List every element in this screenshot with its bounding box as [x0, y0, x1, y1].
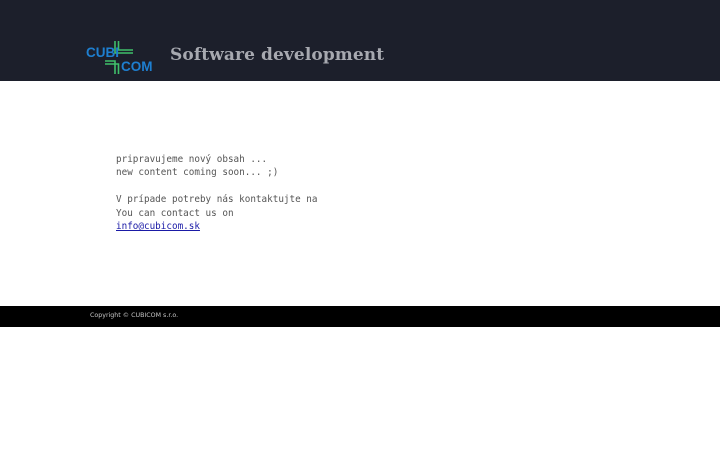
logo-text-top: CUBI [86, 45, 119, 60]
message-block: pripravujeme nový obsah ... new content … [116, 153, 318, 233]
copyright-text: Copyright © CUBICOM s.r.o. [90, 312, 179, 319]
message-line-en: new content coming soon... ;) [116, 167, 279, 179]
contact-line-sk: V prípade potreby nás kontaktujte na [116, 194, 318, 206]
message-line-sk: pripravujeme nový obsah ... [116, 154, 268, 165]
main-content: pripravujeme nový obsah ... new content … [0, 81, 720, 306]
site-footer: Copyright © CUBICOM s.r.o. [0, 306, 720, 327]
cubicom-logo[interactable]: CUBI COM [86, 41, 152, 74]
logo-text-bottom: COM [121, 59, 152, 74]
contact-line-en: You can contact us on [116, 207, 234, 219]
site-title: Software development [170, 45, 385, 65]
cubicom-logo-graphic: CUBI COM [86, 41, 152, 74]
email-link[interactable]: info@cubicom.sk [116, 221, 200, 232]
site-header: CUBI COM Software development [0, 0, 720, 81]
